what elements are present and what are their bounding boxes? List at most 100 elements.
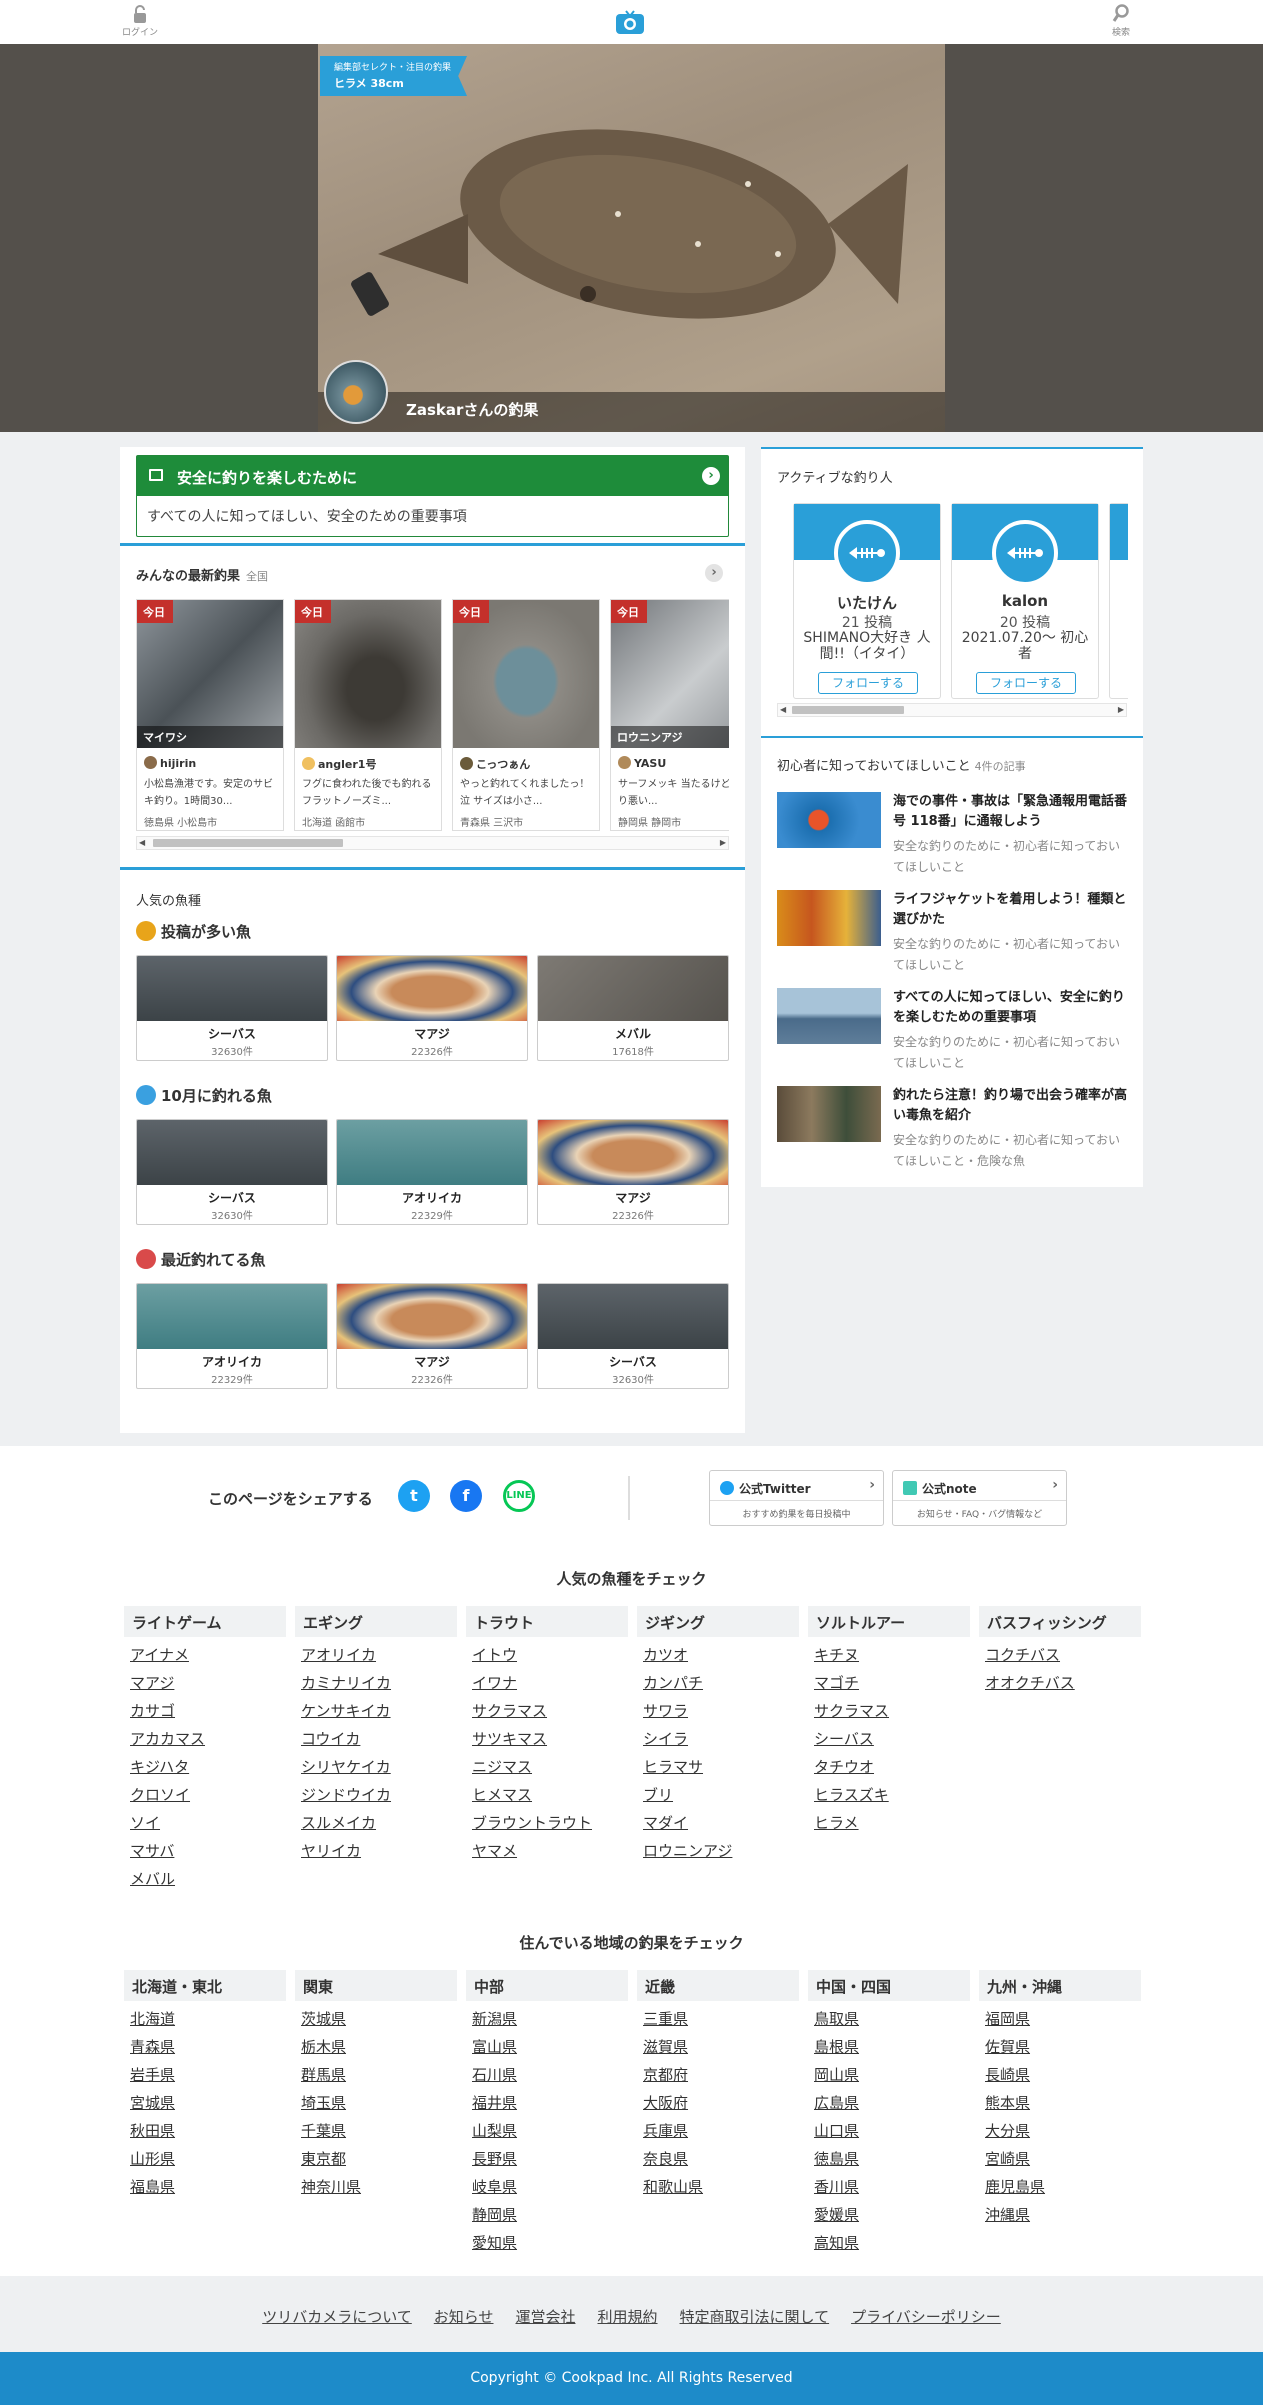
category-link[interactable]: 三重県 <box>643 2010 799 2029</box>
footer-link[interactable]: お知らせ <box>434 2306 494 2327</box>
category-link[interactable]: 鹿児島県 <box>985 2178 1141 2197</box>
category-link[interactable]: シーバス <box>814 1730 970 1749</box>
catch-card[interactable]: 今日 angler1号 フグに食われた後でも釣れるフラットノーズミ... 北海道… <box>294 599 442 831</box>
safety-banner[interactable]: 安全に釣りを楽しむために › すべての人に知ってほしい、安全のための重要事項 <box>136 455 729 537</box>
category-link[interactable]: 宮崎県 <box>985 2150 1141 2169</box>
category-link[interactable]: オオクチバス <box>985 1674 1141 1693</box>
category-link[interactable]: 福岡県 <box>985 2010 1141 2029</box>
category-link[interactable]: イトウ <box>472 1646 628 1665</box>
catch-card[interactable]: 今日 こっつぁん やっと釣れてくれましたっ！泣 サイズは小さ... 青森県 三沢… <box>452 599 600 831</box>
login-button[interactable]: ログイン <box>122 4 158 38</box>
footer-link[interactable]: ツリバカメラについて <box>262 2306 412 2327</box>
category-link[interactable]: ヒラメ <box>814 1814 970 1833</box>
category-link[interactable]: キジハタ <box>130 1758 286 1777</box>
follow-button[interactable]: フォローする <box>976 672 1076 694</box>
category-link[interactable]: サクラマス <box>472 1702 628 1721</box>
category-link[interactable]: ソイ <box>130 1814 286 1833</box>
scroll-left-icon[interactable]: ◀ <box>780 704 786 716</box>
category-link[interactable]: アイナメ <box>130 1646 286 1665</box>
fish-tile[interactable]: シーバス 32630件 <box>136 1119 328 1225</box>
anglers-scrollbar[interactable]: ◀ ▶ <box>777 703 1127 717</box>
category-link[interactable]: カンパチ <box>643 1674 799 1693</box>
card-user[interactable]: hijirin <box>144 756 196 770</box>
fish-tile[interactable]: アオリイカ 22329件 <box>336 1119 528 1225</box>
card-user[interactable]: YASU <box>618 756 666 770</box>
catch-card[interactable]: 今日 マイワシ hijirin 小松島漁港です。安定のサビキ釣り。1時間30..… <box>136 599 284 831</box>
category-link[interactable]: 宮城県 <box>130 2094 286 2113</box>
category-link[interactable]: 熊本県 <box>985 2094 1141 2113</box>
category-link[interactable]: シイラ <box>643 1730 799 1749</box>
scroll-thumb[interactable] <box>153 839 343 847</box>
footer-link[interactable]: プライバシーポリシー <box>851 2306 1001 2327</box>
category-link[interactable]: マサバ <box>130 1842 286 1861</box>
category-link[interactable]: 岡山県 <box>814 2066 970 2085</box>
category-link[interactable]: 鳥取県 <box>814 2010 970 2029</box>
category-link[interactable]: 茨城県 <box>301 2010 457 2029</box>
category-link[interactable]: マダイ <box>643 1814 799 1833</box>
footer-link[interactable]: 運営会社 <box>515 2306 575 2327</box>
category-link[interactable]: 大分県 <box>985 2122 1141 2141</box>
fish-tile[interactable]: メバル 17618件 <box>537 955 729 1061</box>
official-twitter-link[interactable]: 公式Twitter › おすすめ釣果を毎日投稿中 <box>709 1470 884 1526</box>
category-link[interactable]: 佐賀県 <box>985 2038 1141 2057</box>
angler-card[interactable]: いたけん 21 投稿 SHIMANO大好き 人間!!（イタイ） フォローする <box>793 503 941 699</box>
category-link[interactable]: 長崎県 <box>985 2066 1141 2085</box>
category-link[interactable]: ブラウントラウト <box>472 1814 628 1833</box>
category-link[interactable]: 京都府 <box>643 2066 799 2085</box>
category-link[interactable]: マアジ <box>130 1674 286 1693</box>
category-link[interactable]: スルメイカ <box>301 1814 457 1833</box>
latest-more-button[interactable]: › <box>705 564 723 582</box>
category-link[interactable]: 徳島県 <box>814 2150 970 2169</box>
category-link[interactable]: 兵庫県 <box>643 2122 799 2141</box>
category-link[interactable]: ヒメマス <box>472 1786 628 1805</box>
category-link[interactable]: 山口県 <box>814 2122 970 2141</box>
category-link[interactable]: 埼玉県 <box>301 2094 457 2113</box>
catch-card[interactable]: 今日 ロウニンアジ YASU サーフメッキ 当たるけど、乗り悪い... 静岡県 … <box>610 599 729 831</box>
category-link[interactable]: 滋賀県 <box>643 2038 799 2057</box>
category-link[interactable]: カサゴ <box>130 1702 286 1721</box>
facebook-share-button[interactable]: f <box>450 1480 482 1512</box>
category-link[interactable]: アオリイカ <box>301 1646 457 1665</box>
category-link[interactable]: クロソイ <box>130 1786 286 1805</box>
card-user[interactable]: こっつぁん <box>460 756 530 772</box>
category-link[interactable]: 北海道 <box>130 2010 286 2029</box>
category-link[interactable]: ヤリイカ <box>301 1842 457 1861</box>
category-link[interactable]: 高知県 <box>814 2234 970 2253</box>
category-link[interactable]: 沖縄県 <box>985 2206 1141 2225</box>
category-link[interactable]: ニジマス <box>472 1758 628 1777</box>
footer-link[interactable]: 利用規約 <box>598 2306 658 2327</box>
category-link[interactable]: 奈良県 <box>643 2150 799 2169</box>
fish-tile[interactable]: マアジ 22326件 <box>537 1119 729 1225</box>
category-link[interactable]: サワラ <box>643 1702 799 1721</box>
article-item[interactable]: すべての人に知ってほしい、安全に釣りを楽しむための重要事項 安全な釣りのために・… <box>777 988 1127 1084</box>
category-link[interactable]: 愛媛県 <box>814 2206 970 2225</box>
avatar[interactable] <box>324 360 388 424</box>
fish-tile[interactable]: シーバス 32630件 <box>136 955 328 1061</box>
scroll-right-icon[interactable]: ▶ <box>1118 704 1124 716</box>
category-link[interactable]: コウイカ <box>301 1730 457 1749</box>
category-link[interactable]: タチウオ <box>814 1758 970 1777</box>
category-link[interactable]: 石川県 <box>472 2066 628 2085</box>
category-link[interactable]: ブリ <box>643 1786 799 1805</box>
site-logo[interactable] <box>615 9 645 39</box>
category-link[interactable]: ロウニンアジ <box>643 1842 799 1861</box>
category-link[interactable]: メバル <box>130 1870 286 1889</box>
category-link[interactable]: サクラマス <box>814 1702 970 1721</box>
category-link[interactable]: 長野県 <box>472 2150 628 2169</box>
category-link[interactable]: 福島県 <box>130 2178 286 2197</box>
fish-tile[interactable]: マアジ 22326件 <box>336 955 528 1061</box>
category-link[interactable]: 千葉県 <box>301 2122 457 2141</box>
fish-tile[interactable]: マアジ 22326件 <box>336 1283 528 1389</box>
category-link[interactable]: 神奈川県 <box>301 2178 457 2197</box>
footer-link[interactable]: 特定商取引法に関して <box>680 2306 830 2327</box>
fish-tile[interactable]: アオリイカ 22329件 <box>136 1283 328 1389</box>
latest-scrollbar[interactable]: ◀ ▶ <box>136 836 729 850</box>
category-link[interactable]: キチヌ <box>814 1646 970 1665</box>
category-link[interactable]: 山梨県 <box>472 2122 628 2141</box>
category-link[interactable]: ジンドウイカ <box>301 1786 457 1805</box>
category-link[interactable]: 和歌山県 <box>643 2178 799 2197</box>
category-link[interactable]: ヒラマサ <box>643 1758 799 1777</box>
category-link[interactable]: ヒラスズキ <box>814 1786 970 1805</box>
article-item[interactable]: ライフジャケットを着用しよう！種類と選びかた 安全な釣りのために・初心者に知って… <box>777 890 1127 986</box>
card-user[interactable]: angler1号 <box>302 756 376 772</box>
